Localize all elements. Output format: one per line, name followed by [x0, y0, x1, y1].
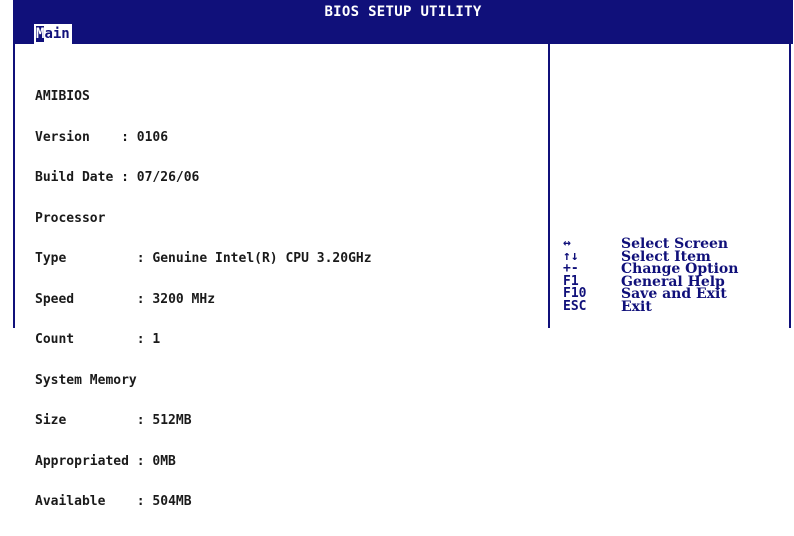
- type-label: Type: [35, 251, 67, 266]
- size-value: 512MB: [152, 413, 192, 428]
- help-item-exit: ESC Exit: [563, 298, 738, 315]
- type-value: Genuine Intel(R) CPU 3.20GHz: [152, 251, 372, 266]
- appropriated-row: Appropriated : 0MB: [35, 453, 176, 469]
- available-value: 504MB: [152, 494, 192, 509]
- window-title: BIOS SETUP UTILITY: [324, 4, 482, 20]
- panel-divider: [548, 44, 550, 328]
- build-date-row: Build Date : 07/26/06: [35, 170, 200, 185]
- memory-heading: System Memory: [35, 372, 137, 388]
- build-date-value: 07/26/06: [136, 170, 200, 185]
- speed-label: Speed: [35, 291, 75, 307]
- system-info-panel: AMIBIOS Version : 0106 Build Date : 07/2…: [35, 63, 372, 536]
- tab-main[interactable]: Main: [34, 24, 72, 44]
- version-value: 0106: [136, 129, 169, 145]
- speed-row: Speed : 3200 MHz: [35, 291, 216, 307]
- processor-heading: Processor: [35, 210, 106, 226]
- count-label: Count: [35, 332, 75, 347]
- speed-value: 3200 MHz: [152, 291, 216, 307]
- tab-main-label: ain: [44, 26, 70, 42]
- version-label: Version: [35, 129, 90, 145]
- build-date-label: Build Date: [35, 170, 114, 185]
- type-row: Type : Genuine Intel(R) CPU 3.20GHz: [35, 251, 372, 266]
- appropriated-value: 0MB: [152, 453, 176, 469]
- appropriated-label: Appropriated: [35, 453, 129, 469]
- bios-heading: AMIBIOS: [35, 89, 90, 104]
- size-row: Size : 512MB: [35, 413, 192, 428]
- count-value: 1: [152, 332, 161, 347]
- version-row: Version : 0106: [35, 129, 169, 145]
- count-row: Count : 1: [35, 332, 161, 347]
- available-label: Available: [35, 494, 106, 509]
- title-bar: BIOS SETUP UTILITY Main: [13, 0, 793, 44]
- size-label: Size: [35, 413, 67, 428]
- available-row: Available : 504MB: [35, 494, 192, 509]
- esc-key: ESC: [563, 298, 587, 314]
- help-panel: ↔ Select Screen ↑↓ Select Item +- Change…: [563, 237, 738, 315]
- bios-screen: BIOS SETUP UTILITY Main AMIBIOS Version …: [0, 0, 794, 508]
- help-desc: Exit: [621, 298, 652, 315]
